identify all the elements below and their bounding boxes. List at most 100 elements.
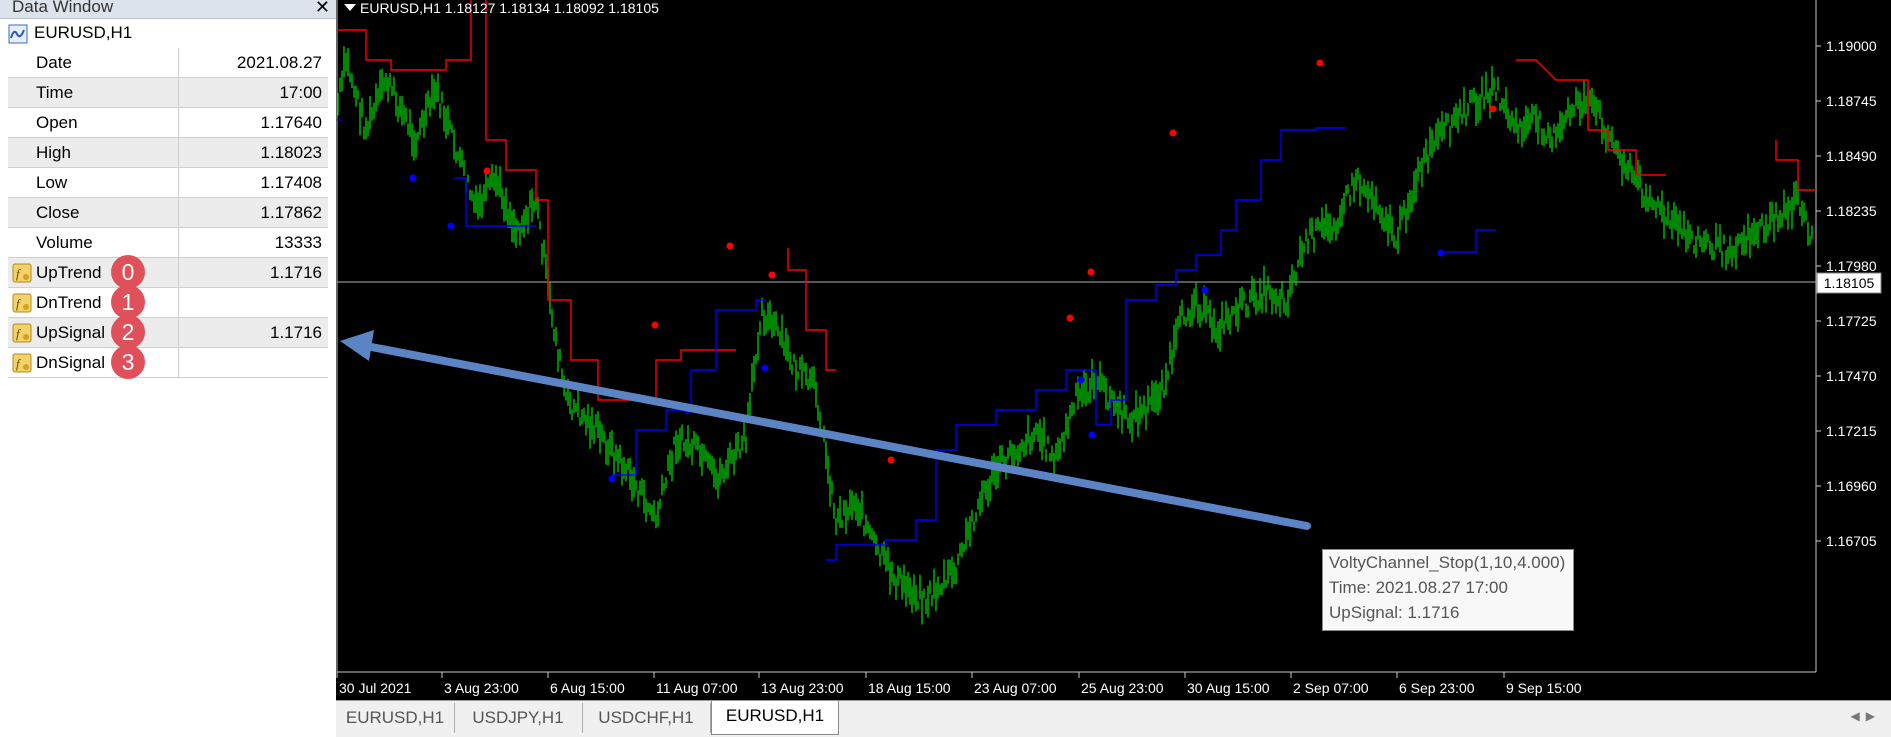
row-label: High xyxy=(8,137,179,168)
time-tick-label: 23 Aug 07:00 xyxy=(974,680,1057,696)
data-window-panel: Data Window ✕ EURUSD,H1 Date 2021.08.27 … xyxy=(0,0,337,736)
dnsignal-dot xyxy=(483,167,491,175)
data-row-volume: Volume 13333 xyxy=(8,227,328,258)
time-tick-label: 2 Sep 07:00 xyxy=(1293,680,1369,696)
dnsignal-dot xyxy=(887,456,895,464)
price-tick-label: 1.17215 xyxy=(1826,423,1877,439)
indicator-value: 1.1716 xyxy=(178,317,328,348)
buffer-index-badge: 2 xyxy=(111,315,145,349)
uptrend-line xyxy=(1441,229,1496,253)
chart-tabs-bar: EURUSD,H1 USDJPY,H1 USDCHF,H1 EURUSD,H1 … xyxy=(336,700,1891,737)
tooltip-value: UpSignal: 1.1716 xyxy=(1329,603,1460,622)
indicator-value xyxy=(178,287,328,318)
data-row-time: Time 17:00 xyxy=(8,77,328,108)
upsignal-dot xyxy=(1201,286,1209,294)
data-row-high: High 1.18023 xyxy=(8,137,328,168)
tab-eurusd-h1[interactable]: EURUSD,H1 xyxy=(336,703,455,733)
data-row-open: Open 1.17640 xyxy=(8,107,328,138)
data-window-symbol-row: EURUSD,H1 xyxy=(8,20,328,48)
tab-usdchf-h1[interactable]: USDCHF,H1 xyxy=(582,703,711,733)
upsignal-dot xyxy=(1077,376,1085,384)
tooltip-indicator-name: VoltyChannel_Stop(1,10,4.000) xyxy=(1329,553,1566,572)
data-row-close: Close 1.17862 xyxy=(8,197,328,228)
time-tick-label: 11 Aug 07:00 xyxy=(656,680,738,696)
row-value: 17:00 xyxy=(178,77,328,108)
row-value: 2021.08.27 xyxy=(178,48,328,78)
tab-eurusd-h1-active[interactable]: EURUSD,H1 xyxy=(711,701,839,735)
price-tick-label: 1.16705 xyxy=(1826,533,1877,549)
price-tick-label: 1.17980 xyxy=(1826,258,1877,274)
indicator-name: UpTrend xyxy=(36,262,102,282)
close-icon[interactable]: ✕ xyxy=(315,0,330,18)
price-tick-label: 1.16960 xyxy=(1826,478,1877,494)
dnsignal-dot xyxy=(1169,129,1177,137)
data-row-date: Date 2021.08.27 xyxy=(8,48,328,78)
data-window-symbol: EURUSD,H1 xyxy=(34,23,133,42)
dntrend-line xyxy=(787,248,836,371)
data-window-table: Date 2021.08.27 Time 17:00 Open 1.17640 … xyxy=(8,48,328,379)
dnsignal-dot xyxy=(1489,105,1497,113)
time-axis: 30 Jul 2021 3 Aug 23:00 6 Aug 15:00 11 Aug … xyxy=(336,672,1582,696)
row-value: 1.17408 xyxy=(178,167,328,198)
indicator-label-cell: f UpSignal 2 xyxy=(8,315,179,349)
uptrend-line xyxy=(612,299,766,476)
price-tick-label: 1.18235 xyxy=(1826,203,1877,219)
chart-line-icon xyxy=(8,24,28,44)
price-chart[interactable]: EURUSD,H1 1.18127 1.18134 1.18092 1.1810… xyxy=(336,0,1891,700)
indicator-row-uptrend: f UpTrend 0 1.1716 xyxy=(8,255,328,289)
indicator-tooltip: VoltyChannel_Stop(1,10,4.000) Time: 2021… xyxy=(1322,549,1574,631)
upsignal-dot xyxy=(608,475,616,483)
time-tick-label: 25 Aug 23:00 xyxy=(1081,680,1164,696)
custom-indicator-icon: f xyxy=(12,293,32,313)
upsignal-dot xyxy=(1437,249,1445,257)
upsignal-dot xyxy=(447,222,455,230)
buffer-index-badge: 3 xyxy=(111,345,145,379)
chart-canvas[interactable]: EURUSD,H1 1.18127 1.18134 1.18092 1.1810… xyxy=(336,0,1891,700)
custom-indicator-icon: f xyxy=(12,263,32,283)
tooltip-time: Time: 2021.08.27 17:00 xyxy=(1329,578,1508,597)
indicator-label-cell: f DnTrend 1 xyxy=(8,285,179,319)
chart-menu-arrow-icon[interactable] xyxy=(344,4,356,11)
time-tick-label: 30 Jul 2021 xyxy=(339,680,412,696)
tab-scroll-icons[interactable]: ◀▶ xyxy=(1851,709,1881,723)
time-tick-label: 18 Aug 15:00 xyxy=(868,680,951,696)
indicator-label-cell: f UpTrend 0 xyxy=(8,255,179,289)
indicator-row-dnsignal: f DnSignal 3 xyxy=(8,345,328,379)
row-value: 1.17862 xyxy=(178,197,328,228)
row-value: 13333 xyxy=(178,227,328,258)
upsignal-dot xyxy=(761,364,769,372)
upsignal-dot xyxy=(409,174,417,182)
indicator-row-dntrend: f DnTrend 1 xyxy=(8,285,328,319)
tab-usdjpy-h1[interactable]: USDJPY,H1 xyxy=(454,703,583,733)
buffer-index-badge: 1 xyxy=(111,285,145,319)
price-tick-label: 1.17725 xyxy=(1826,313,1877,329)
annotation-arrow-head xyxy=(340,330,374,361)
uptrend-line xyxy=(826,127,1346,561)
indicator-name: DnTrend xyxy=(36,292,102,312)
custom-indicator-icon: f xyxy=(12,323,32,343)
row-label: Open xyxy=(8,107,179,138)
custom-indicator-icon: f xyxy=(12,353,32,373)
dnsignal-dot xyxy=(1066,314,1074,322)
chart-header-text: EURUSD,H1 1.18127 1.18134 1.18092 1.1810… xyxy=(360,0,659,16)
time-tick-label: 3 Aug 23:00 xyxy=(444,680,519,696)
dntrend-line xyxy=(485,0,736,401)
data-window-titlebar[interactable]: Data Window ✕ xyxy=(0,0,336,19)
indicator-row-upsignal: f UpSignal 2 1.1716 xyxy=(8,315,328,349)
dnsignal-dot xyxy=(1087,268,1095,276)
data-row-low: Low 1.17408 xyxy=(8,167,328,198)
price-tick-label: 1.17470 xyxy=(1826,368,1877,384)
current-price-label: 1.18105 xyxy=(1824,275,1875,291)
indicator-value xyxy=(178,347,328,378)
channel-lines-layer xyxy=(337,0,1816,561)
indicator-value: 1.1716 xyxy=(178,257,328,288)
buffer-index-badge: 0 xyxy=(111,255,145,289)
time-tick-label: 13 Aug 23:00 xyxy=(761,680,844,696)
dnsignal-dot xyxy=(726,242,734,250)
indicator-name: UpSignal xyxy=(36,322,105,342)
dnsignal-dot xyxy=(768,271,776,279)
row-value: 1.17640 xyxy=(178,107,328,138)
row-label: Low xyxy=(8,167,179,198)
row-label: Date xyxy=(8,48,179,78)
row-value: 1.18023 xyxy=(178,137,328,168)
